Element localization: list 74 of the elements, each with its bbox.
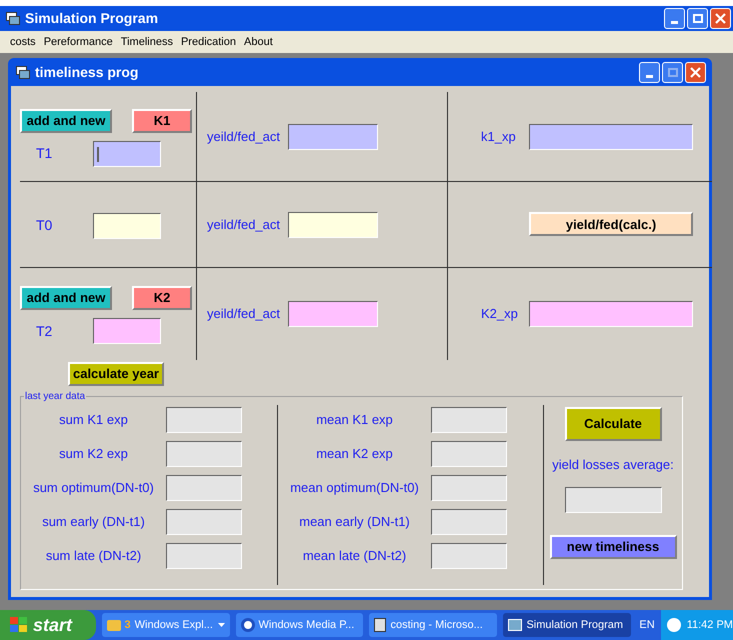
input-field[interactable]: [564, 486, 662, 512]
menu-item[interactable]: Predication: [180, 34, 236, 50]
app-icon: [6, 12, 20, 25]
field-label: mean K1 exp: [315, 411, 394, 430]
calc-button[interactable]: yield/fed(calc.): [529, 212, 693, 236]
minimize-button[interactable]: [639, 62, 660, 82]
field-label: yeild/fed_act: [207, 128, 280, 146]
field-label: sum early (DN-t1): [41, 513, 146, 532]
input-field[interactable]: [166, 475, 242, 501]
field-label: mean late (DN-t2): [302, 547, 408, 566]
input-field[interactable]: [166, 509, 242, 535]
input-field[interactable]: [288, 301, 378, 327]
calculate-button[interactable]: Calculate: [564, 407, 662, 441]
caret-icon: [218, 623, 224, 627]
close-icon: [715, 13, 726, 24]
window-icon: [16, 66, 30, 78]
field-label: sum optimum(DN-t0): [32, 479, 155, 498]
input-field[interactable]: [93, 318, 161, 344]
start-button[interactable]: start: [0, 610, 96, 640]
input-field[interactable]: [431, 441, 507, 467]
text-cursor: [97, 146, 99, 162]
field-label: yeild/fed_act: [207, 216, 280, 234]
close-icon: [690, 66, 701, 78]
k-button[interactable]: K2: [132, 286, 192, 310]
field-label: sum K1 exp: [58, 411, 129, 430]
input-field[interactable]: [288, 212, 378, 238]
input-field[interactable]: [166, 407, 242, 433]
minimize-button[interactable]: [664, 8, 685, 29]
input-field[interactable]: [166, 441, 242, 467]
window-title: Simulation Program: [25, 9, 160, 28]
input-field[interactable]: [529, 301, 693, 327]
field-label: mean K2 exp: [315, 445, 394, 464]
clock: 11:42 PM: [686, 618, 733, 633]
field-label: T0: [35, 216, 54, 235]
field-label: k1_xp: [481, 128, 517, 146]
field-label: T1: [35, 144, 54, 163]
menu-item[interactable]: Timeliness: [120, 34, 173, 50]
taskbar-button[interactable]: Windows Media P...: [236, 613, 364, 637]
add-new-button[interactable]: add and new: [20, 286, 112, 310]
taskbar-button[interactable]: costing - Microso...: [369, 613, 498, 637]
taskbar-button[interactable]: Simulation Program: [503, 613, 632, 637]
calculate-year-button[interactable]: calculate year: [68, 362, 164, 386]
field-label: mean optimum(DN-t0): [289, 479, 420, 498]
k-button[interactable]: K1: [132, 108, 192, 132]
input-field[interactable]: [93, 212, 161, 238]
field-label: T2: [35, 322, 54, 340]
child-window-title: timeliness prog: [35, 62, 140, 82]
input-field[interactable]: [288, 124, 378, 150]
input-field[interactable]: [431, 509, 507, 535]
close-button[interactable]: [710, 8, 731, 29]
menu-item[interactable]: Pereformance: [44, 34, 113, 50]
field-label: yeild/fed_act: [207, 305, 280, 324]
new-timeliness-button[interactable]: new timeliness: [550, 534, 676, 558]
restore-button[interactable]: [687, 8, 708, 29]
input-field[interactable]: [431, 475, 507, 501]
maximize-button[interactable]: [662, 62, 683, 82]
field-label: sum late (DN-t2): [44, 547, 142, 566]
taskbar-button[interactable]: 3 Windows Expl...: [102, 613, 230, 637]
field-label: sum K2 exp: [58, 445, 129, 464]
field-label: K2_xp: [481, 305, 519, 324]
group-title: last year data: [24, 389, 86, 404]
field-label: mean early (DN-t1): [298, 513, 411, 532]
input-field[interactable]: [431, 543, 507, 569]
windows-logo: [10, 617, 28, 633]
input-field[interactable]: [166, 543, 242, 569]
input-field[interactable]: [529, 124, 693, 150]
average-label: yield losses average:: [552, 456, 674, 474]
input-field[interactable]: [93, 140, 161, 166]
menu-item[interactable]: costs: [10, 34, 36, 50]
menu-item[interactable]: About: [244, 34, 273, 50]
language-indicator: EN: [639, 618, 655, 633]
add-new-button[interactable]: add and new: [20, 108, 112, 132]
input-field[interactable]: [431, 407, 507, 433]
close-button[interactable]: [685, 62, 706, 82]
